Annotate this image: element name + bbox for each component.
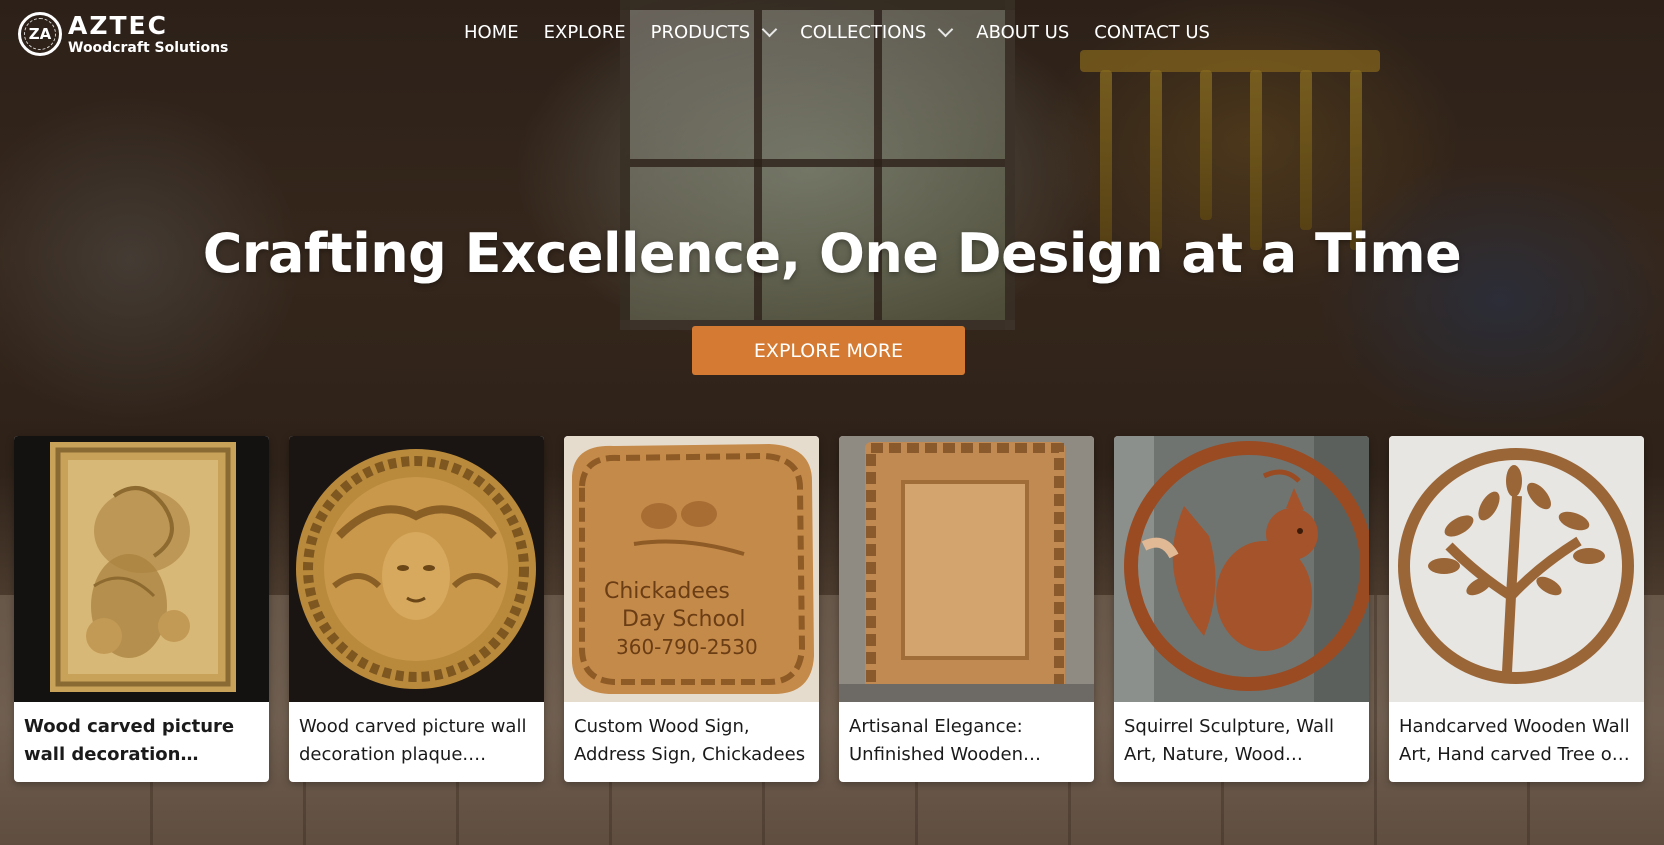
aztec-logo-icon: ZA <box>18 12 62 56</box>
custom-wood-sign-image: Chickadees Day School 360-790-2530 <box>564 436 819 702</box>
logo-text: AZTEC Woodcraft Solutions <box>68 13 228 55</box>
sign-line-1: Chickadees <box>604 579 730 604</box>
product-title: Squirrel Sculpture, Wall Art, Nature, Wo… <box>1124 716 1334 765</box>
nav-explore[interactable]: EXPLORE <box>544 22 626 43</box>
brand-logo[interactable]: ZA AZTEC Woodcraft Solutions <box>18 12 228 56</box>
nav-collections[interactable]: COLLECTIONS <box>800 21 954 43</box>
product-title: Artisanal Elegance: Unfinished Wooden Fr… <box>849 716 1024 765</box>
nav-home[interactable]: HOME <box>464 22 519 43</box>
squirrel-sculpture-image <box>1114 436 1369 702</box>
explore-more-button[interactable]: EXPLORE MORE <box>692 326 965 375</box>
brand-tagline: Woodcraft Solutions <box>68 40 229 56</box>
nav-about-us[interactable]: ABOUT US <box>976 22 1069 43</box>
nav-home-label: HOME <box>464 22 519 43</box>
nav-products[interactable]: PRODUCTS <box>650 21 778 43</box>
sign-line-3: 360-790-2530 <box>616 635 758 659</box>
product-card[interactable]: Squirrel Sculpture, Wall Art, Nature, Wo… <box>1114 436 1369 782</box>
product-card[interactable]: Chickadees Day School 360-790-2530 Custo… <box>564 436 819 782</box>
logo-badge-text: ZA <box>28 25 52 43</box>
product-card[interactable]: Handcarved Wooden Wall Art, Hand carved … <box>1389 436 1644 782</box>
hero-title: Crafting Excellence, One Design at a Tim… <box>202 222 1462 286</box>
carved-floral-plaque-image <box>14 436 269 702</box>
product-title: Custom Wood Sign, Address Sign, Chickade… <box>574 716 806 765</box>
nav-contact-us-label: CONTACT US <box>1094 22 1210 43</box>
main-nav: HOME EXPLORE PRODUCTS COLLECTIONS ABOUT … <box>464 21 1235 43</box>
nav-contact-us[interactable]: CONTACT US <box>1094 22 1210 43</box>
product-card[interactable]: Wood carved picture wall decoration plaq… <box>14 436 269 782</box>
product-title: Handcarved Wooden Wall Art, Hand carved … <box>1399 716 1630 765</box>
page: ZA AZTEC Woodcraft Solutions HOME EXPLOR… <box>0 0 1664 845</box>
product-carousel: Wood carved picture wall decoration plaq… <box>14 436 1644 782</box>
carved-wooden-frame-image <box>839 436 1094 702</box>
product-title: Wood carved picture wall decoration plaq… <box>299 716 527 765</box>
chevron-down-icon[interactable] <box>761 21 778 38</box>
nav-collections-label: COLLECTIONS <box>800 22 927 43</box>
product-card[interactable]: Artisanal Elegance: Unfinished Wooden Fr… <box>839 436 1094 782</box>
product-card[interactable]: Wood carved picture wall decoration plaq… <box>289 436 544 782</box>
carved-medusa-medallion-image <box>289 436 544 702</box>
nav-products-label: PRODUCTS <box>650 22 751 43</box>
nav-about-us-label: ABOUT US <box>976 22 1070 43</box>
nav-explore-label: EXPLORE <box>543 22 626 43</box>
tree-of-life-wall-art-image <box>1389 436 1644 702</box>
chevron-down-icon[interactable] <box>938 21 954 38</box>
brand-name: AZTEC <box>68 11 168 40</box>
sign-line-2: Day School <box>622 607 745 632</box>
product-title: Wood carved picture wall decoration plaq… <box>24 716 235 765</box>
site-header: ZA AZTEC Woodcraft Solutions HOME EXPLOR… <box>0 0 1664 72</box>
